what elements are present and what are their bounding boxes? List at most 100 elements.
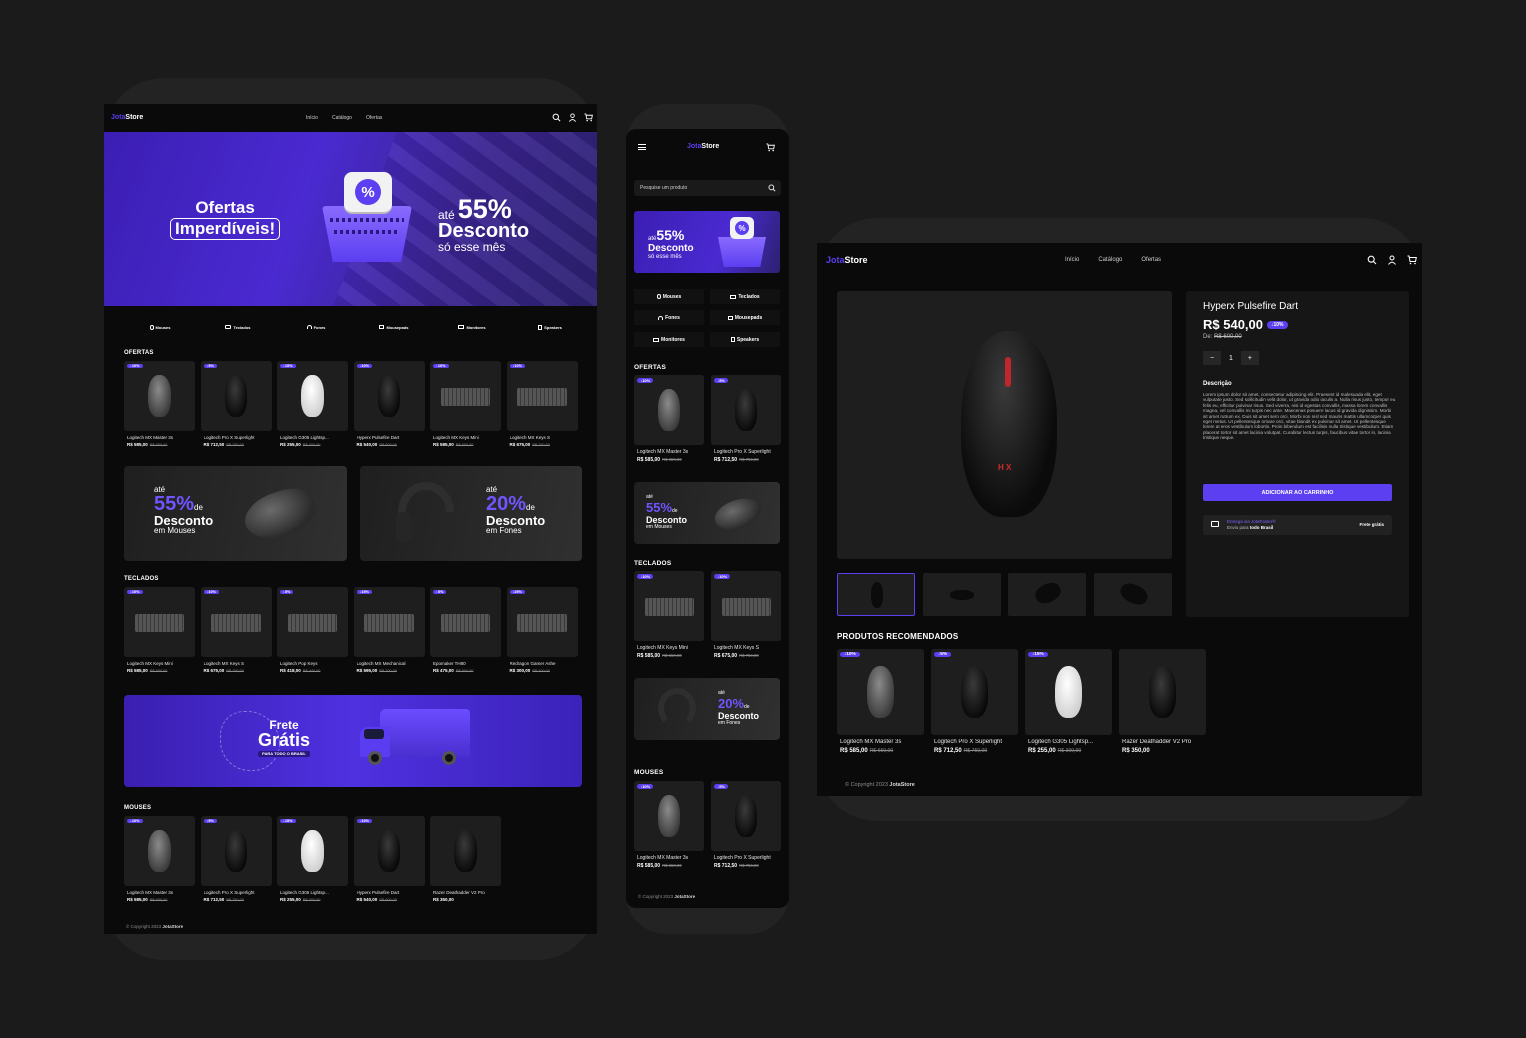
nav-ofertas[interactable]: Ofertas (366, 115, 382, 121)
mobile-category-monitores[interactable]: Monitores (634, 332, 704, 347)
desktop-home-screen: JotaStore Início Catálogo Ofertas Oferta… (104, 104, 597, 934)
product-price: R$ 585,00 R$ 650,00 (127, 897, 167, 902)
mobile-category-teclados[interactable]: Teclados (710, 289, 780, 304)
promo-mouses-percent: 55% (154, 493, 195, 515)
product-card[interactable]: ↓5% Logitech Pro X Superlight R$ 712,50 R$ … (200, 361, 272, 453)
category-teclados[interactable]: Teclados (214, 321, 262, 333)
product-card[interactable]: ↓10% Logitech MX Keys S R$ 675,00 R$ 750,00 (506, 361, 578, 453)
cart-icon[interactable] (584, 113, 593, 122)
product-brand-logo[interactable]: JotaStore (826, 255, 868, 265)
price-old: R$ 400,00 (532, 668, 550, 673)
mobile-hero-banner[interactable]: até55% Desconto só esse mês % (634, 211, 780, 273)
nav-inicio[interactable]: Início (306, 115, 318, 121)
product-card[interactable]: ↓5% Logitech Pro X Superlight R$ 712,50 R$ … (200, 816, 272, 908)
mobile-footer: © Copyright 2023 JotaStore (638, 894, 695, 899)
product-card[interactable]: ↓10% Logitech MX Keys Mini R$ 585,00 R$ 650… (430, 361, 501, 453)
price-old: R$ 750,00 (963, 748, 988, 754)
price-current: R$ 675,00 (203, 667, 225, 673)
mouse-icon (149, 324, 154, 330)
mobile-menu-icon[interactable] (638, 144, 646, 150)
mobile-category-mousepads[interactable]: Mousepads (710, 310, 780, 325)
thumbnail-3[interactable] (1008, 573, 1086, 616)
mouse-image (301, 830, 324, 872)
nav-catalogo[interactable]: Catálogo (332, 115, 352, 121)
product-card[interactable]: ↓5% Logitech Pro X Superlight R$ 712,50 R$ … (711, 375, 781, 467)
frete-line2: Grátis (258, 730, 311, 750)
frete-gratis-banner[interactable]: Frete Grátis PARA TODO O BRASIL (124, 695, 582, 787)
product-card[interactable]: ↓10% Logitech MX Master 3s R$ 585,00 R$ 650… (837, 649, 924, 759)
category-fones[interactable]: Fones (292, 321, 340, 333)
mobile-category-speakers[interactable]: Speakers (710, 332, 780, 347)
product-card[interactable]: ↓15% Logitech G305 Lightsp... R$ 255,00 R$ … (1025, 649, 1112, 759)
mobile-search-icon[interactable] (768, 184, 776, 192)
qty-minus-button[interactable]: − (1203, 351, 1221, 365)
product-card[interactable]: ↓5% Epomaker TH80 R$ 475,00 R$ 500,00 (430, 587, 501, 679)
product-footer-brand: JotaStore (889, 782, 915, 788)
product-discount-badge: ↓10% (1267, 320, 1288, 329)
product-card[interactable]: ↓15% Logitech MX Mechanical R$ 595,00 R$ 70… (353, 587, 425, 679)
mobile-promo-mouses[interactable]: até 55%de Desconto em Mouses (634, 482, 780, 544)
category-speakers-label: Speakers (544, 324, 562, 330)
product-user-icon[interactable] (1387, 255, 1397, 265)
price-current: R$ 350,00 (1122, 748, 1150, 754)
search-icon[interactable] (552, 113, 561, 122)
product-card[interactable]: ↓10% Logitech MX Keys Mini R$ 585,00 R$ 650… (124, 587, 195, 679)
category-mouses[interactable]: Mouses (136, 321, 184, 333)
mobile-cart-icon[interactable] (766, 143, 775, 152)
promo-fones[interactable]: até 20%de Desconto em Fones (360, 466, 582, 561)
price-current: R$ 585,00 (127, 896, 148, 902)
product-card[interactable]: ↓25% Redragon Gamer Ashe R$ 300,00 R$ 400,0… (506, 587, 578, 679)
mobile-promo-fones[interactable]: até 20%de Desconto em Fones (634, 678, 780, 740)
promo-mouses[interactable]: até 55%de Desconto em Mouses (124, 466, 347, 561)
thumbnail-2[interactable] (923, 573, 1001, 616)
product-card[interactable]: ↓10% Logitech MX Master 3s R$ 585,00 R$ 650… (124, 361, 195, 453)
mobile-brand-logo[interactable]: JotaStore (687, 143, 719, 150)
discount-badge: ↓5% (714, 784, 729, 789)
hero-banner[interactable]: Ofertas Imperdíveis! % até 55% Desconto … (104, 132, 597, 306)
product-card[interactable]: ↓15% Logitech G305 Lightsp... R$ 255,00 R$ … (277, 361, 348, 453)
category-speakers[interactable]: Speakers (526, 321, 574, 333)
product-card[interactable]: ↓5% Logitech Pop Keys R$ 418,00 R$ 440,00 (277, 587, 348, 679)
product-card[interactable]: ↓10% Logitech MX Keys S R$ 675,00 R$ 750,00 (711, 571, 781, 663)
product-card[interactable]: ↓10% Hyperx Pulsefire Dart R$ 540,00 R$ 600… (353, 361, 425, 453)
mouse-image (734, 389, 758, 431)
product-card[interactable]: ↓5% Logitech Pro X Superlight R$ 712,50 R$ … (931, 649, 1018, 759)
thumbnail-4[interactable] (1094, 573, 1172, 616)
product-card[interactable]: ↓10% Hyperx Pulsefire Dart R$ 540,00 R$ 600… (353, 816, 425, 908)
keyboard-image (440, 613, 491, 632)
price-old: R$ 650,00 (662, 862, 682, 868)
mobile-category-mouses[interactable]: Mouses (634, 289, 704, 304)
shipping-free: Frete grátis (1359, 522, 1384, 527)
add-to-cart-button[interactable]: ADICIONAR AO CARRINHO (1203, 484, 1392, 501)
product-image (1119, 649, 1206, 735)
thumbnail-1[interactable] (837, 573, 915, 616)
product-name: Razer Deathadder V2 Pro (1122, 739, 1192, 745)
product-cart-icon[interactable] (1407, 255, 1417, 265)
price-old: R$ 650,00 (149, 668, 168, 673)
price-old: R$ 750,00 (226, 442, 244, 447)
mobile-category-fones[interactable]: Fones (634, 310, 704, 325)
keyboard-image (721, 597, 771, 616)
category-monitores[interactable]: Monitores (448, 321, 496, 333)
product-card[interactable]: ↓10% Logitech MX Keys S R$ 675,00 R$ 750,00 (200, 587, 272, 679)
product-card[interactable]: Razer Deathadder V2 Pro R$ 350,00 (430, 816, 501, 908)
product-card[interactable]: Razer Deathadder V2 Pro R$ 350,00 (1119, 649, 1206, 759)
product-card[interactable]: ↓10% Logitech MX Master 3s R$ 585,00 R$ 650… (124, 816, 195, 908)
product-card[interactable]: ↓10% Logitech MX Keys Mini R$ 585,00 R$ 650… (634, 571, 704, 663)
qty-plus-button[interactable]: + (1240, 351, 1259, 365)
category-mousepads[interactable]: Mousepads (370, 321, 418, 333)
mobile-search-input[interactable]: Pesquise um produto (634, 180, 781, 196)
product-nav-ofertas[interactable]: Ofertas (1141, 257, 1161, 263)
product-nav-inicio[interactable]: Início (1065, 257, 1079, 263)
qty-value[interactable]: 1 (1229, 355, 1233, 362)
product-nav-catalogo[interactable]: Catálogo (1098, 257, 1122, 263)
product-card[interactable]: ↓10% Logitech MX Master 3s R$ 585,00 R$ 650… (634, 781, 704, 873)
product-card[interactable]: ↓5% Logitech Pro X Superlight R$ 712,50 R$ … (711, 781, 781, 873)
product-search-icon[interactable] (1367, 255, 1377, 265)
product-card[interactable]: ↓15% Logitech G305 Lightsp... R$ 255,00 R$ … (277, 816, 348, 908)
price-current: R$ 585,00 (127, 441, 148, 447)
user-icon[interactable] (568, 113, 577, 122)
product-image (430, 587, 501, 657)
product-card[interactable]: ↓10% Logitech MX Master 3s R$ 585,00 R$ 650… (634, 375, 704, 467)
brand-logo[interactable]: JotaStore (111, 114, 143, 121)
